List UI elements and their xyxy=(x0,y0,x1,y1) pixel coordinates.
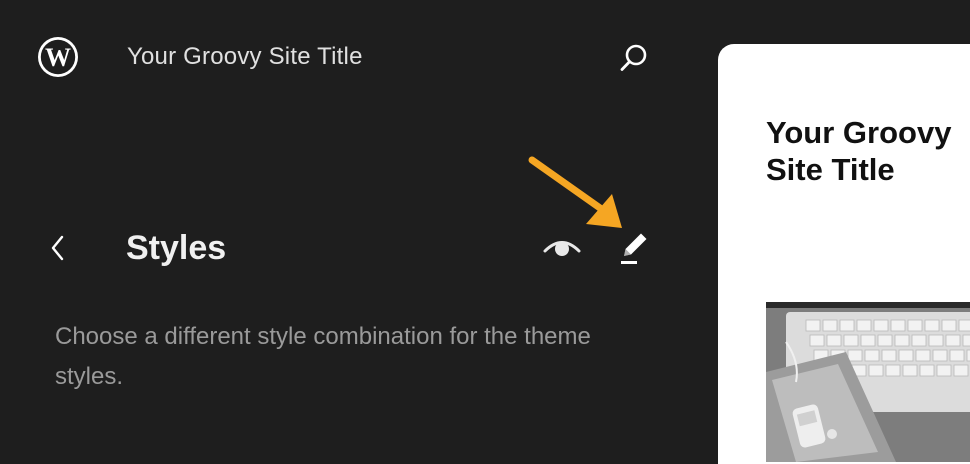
page-title: Styles xyxy=(126,229,227,267)
site-editor-sidebar: W Your Groovy Site Title Styles Choose a… xyxy=(0,0,718,440)
wordpress-logo-icon[interactable]: W xyxy=(36,35,80,79)
chevron-left-icon[interactable] xyxy=(40,228,76,268)
preview-laptop-image xyxy=(766,302,970,462)
annotation-arrow-icon xyxy=(518,150,658,250)
panel-description: Choose a different style combination for… xyxy=(55,323,591,390)
svg-text:W: W xyxy=(45,43,71,72)
site-title-link[interactable]: Your Groovy Site Title xyxy=(127,42,363,72)
site-preview-frame[interactable]: Your Groovy Site Title xyxy=(718,44,970,464)
preview-site-title: Your Groovy Site Title xyxy=(766,115,952,187)
search-icon[interactable] xyxy=(614,38,654,78)
